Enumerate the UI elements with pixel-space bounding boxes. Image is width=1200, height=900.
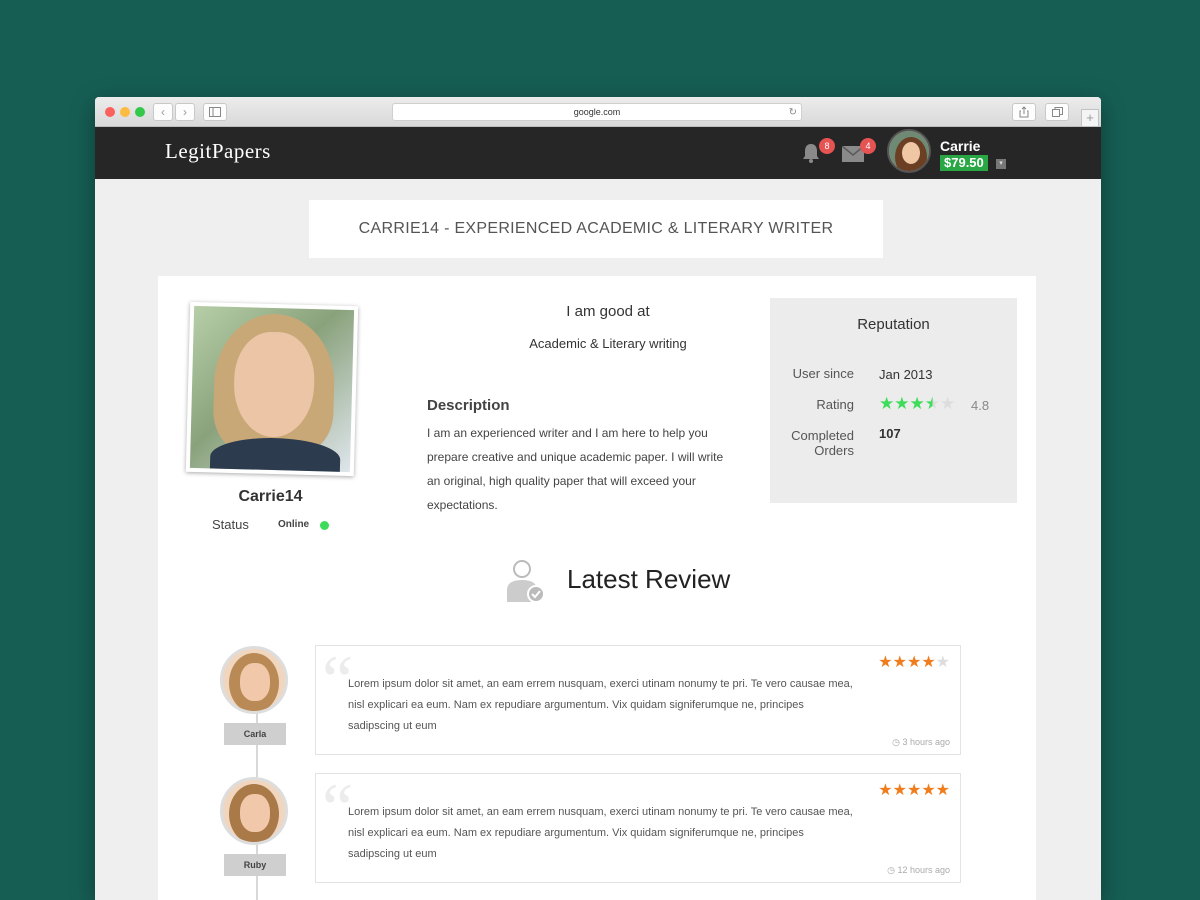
forward-button[interactable]: › xyxy=(175,103,195,121)
account-dropdown-toggle[interactable]: ▾ xyxy=(996,159,1006,169)
clock-icon: ◷ xyxy=(887,865,898,875)
reviewer-avatar[interactable] xyxy=(220,777,288,845)
latest-review-header: Latest Review xyxy=(158,558,1036,618)
profile-photo xyxy=(185,301,359,477)
avatar-image xyxy=(889,131,929,171)
close-window-button[interactable] xyxy=(105,107,115,117)
logo[interactable]: LegitPapers xyxy=(165,139,271,164)
online-status-indicator xyxy=(320,521,329,530)
status-value: Online xyxy=(278,519,310,530)
share-icon xyxy=(1019,106,1029,118)
star-icon: ★ xyxy=(921,782,936,799)
completed-value: 107 xyxy=(879,426,901,441)
notifications-badge: 8 xyxy=(819,138,835,154)
star-icon: ★ xyxy=(892,782,907,799)
star-icon: ★ xyxy=(906,654,922,671)
share-button[interactable] xyxy=(1012,103,1036,121)
latest-review-title: Latest Review xyxy=(567,564,731,594)
star-icon: ★ xyxy=(878,654,893,671)
rating-label: Rating xyxy=(816,397,854,412)
star-icon: ★ xyxy=(924,394,940,413)
star-icon: ★ xyxy=(935,654,950,671)
url-text: google.com xyxy=(573,107,621,117)
star-icon: ★ xyxy=(879,394,895,413)
tabs-button[interactable] xyxy=(1045,103,1069,121)
star-icon: ★ xyxy=(940,394,956,413)
minimize-window-button[interactable] xyxy=(120,107,130,117)
reviewer-name[interactable]: Ruby xyxy=(224,854,286,876)
sidebar-icon xyxy=(209,107,221,117)
clock-icon: ◷ xyxy=(892,737,903,747)
sidebar-toggle-button[interactable] xyxy=(203,103,227,121)
star-icon: ★ xyxy=(935,782,950,799)
logo-text: LegitPapers xyxy=(165,139,271,163)
review-stars: ★★★★★ xyxy=(878,780,950,800)
star-icon: ★ xyxy=(909,394,925,413)
address-bar[interactable]: google.com ↻ xyxy=(392,103,802,121)
star-icon: ★ xyxy=(878,782,893,799)
app-header: LegitPapers 8 4 Carrie $79.50 ▾ xyxy=(95,127,1101,179)
back-button[interactable]: ‹ xyxy=(153,103,173,121)
star-icon: ★ xyxy=(906,782,922,799)
review-text: Lorem ipsum dolor sit amet, an eam errem… xyxy=(348,806,853,860)
description-text: I am an experienced writer and I am here… xyxy=(427,426,724,512)
reputation-title: Reputation xyxy=(857,316,930,333)
profile-name: Carrie14 xyxy=(238,488,303,505)
messages-badge: 4 xyxy=(860,138,876,154)
completed-label-line1: Completed xyxy=(791,428,854,443)
maximize-window-button[interactable] xyxy=(135,107,145,117)
account-balance: $79.50 xyxy=(940,155,988,171)
tabs-icon xyxy=(1051,107,1063,117)
review-card: “ Lorem ipsum dolor sit amet, an eam err… xyxy=(315,773,961,883)
user-avatar[interactable] xyxy=(887,129,931,173)
rating-stars: ★★★★★ xyxy=(879,394,955,414)
user-check-icon xyxy=(507,560,545,603)
star-icon: ★ xyxy=(892,654,907,671)
reviewer-name[interactable]: Carla xyxy=(224,723,286,745)
star-icon: ★ xyxy=(894,394,910,413)
star-icon: ★ xyxy=(921,654,936,671)
new-tab-button[interactable]: + xyxy=(1081,109,1099,127)
review-text: Lorem ipsum dolor sit amet, an eam errem… xyxy=(348,678,853,732)
browser-toolbar: ‹ › google.com ↻ + xyxy=(95,97,1101,127)
user-name[interactable]: Carrie xyxy=(940,138,980,154)
review-stars: ★★★★★ xyxy=(878,652,950,672)
review-time: ◷ 3 hours ago xyxy=(892,737,950,747)
skills-heading: I am good at xyxy=(566,303,650,320)
reload-icon[interactable]: ↻ xyxy=(789,104,797,121)
profile-card: Carrie14 Status Online I am good at Acad… xyxy=(158,276,1036,900)
skills-value: Academic & Literary writing xyxy=(529,336,687,351)
description-heading: Description xyxy=(427,397,510,414)
status-label: Status xyxy=(212,517,249,532)
messages-button[interactable]: 4 xyxy=(841,138,876,166)
review-time: ◷ 12 hours ago xyxy=(887,865,950,875)
bell-icon xyxy=(803,144,819,163)
user-since-label: User since xyxy=(792,366,854,381)
user-since-value: Jan 2013 xyxy=(879,367,933,382)
completed-label-line2: Orders xyxy=(814,443,854,458)
notifications-button[interactable]: 8 xyxy=(801,138,835,166)
reviewer-avatar[interactable] xyxy=(220,646,288,714)
rating-value: 4.8 xyxy=(971,398,990,413)
review-card: “ Lorem ipsum dolor sit amet, an eam err… xyxy=(315,645,961,755)
browser-window: ‹ › google.com ↻ + LegitPapers 8 4 Carri… xyxy=(95,97,1101,900)
reputation-panel: Reputation User since Jan 2013 Rating ★★… xyxy=(770,298,1017,503)
page-title: CARRIE14 - EXPERIENCED ACADEMIC & LITERA… xyxy=(309,200,883,258)
